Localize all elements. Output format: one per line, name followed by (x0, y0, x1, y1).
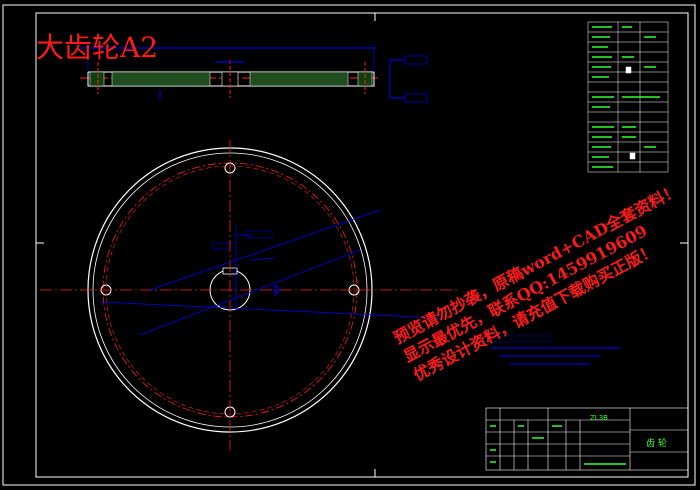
drawing-title: 大齿轮A2 (36, 31, 159, 64)
gear-parameter-table (587, 21, 669, 173)
title-block-drawing-label: 齿 轮 (646, 439, 667, 449)
title-block-part-name: ZL3B (590, 414, 608, 422)
gear-front-view (40, 140, 460, 450)
technical-notes (489, 335, 620, 365)
